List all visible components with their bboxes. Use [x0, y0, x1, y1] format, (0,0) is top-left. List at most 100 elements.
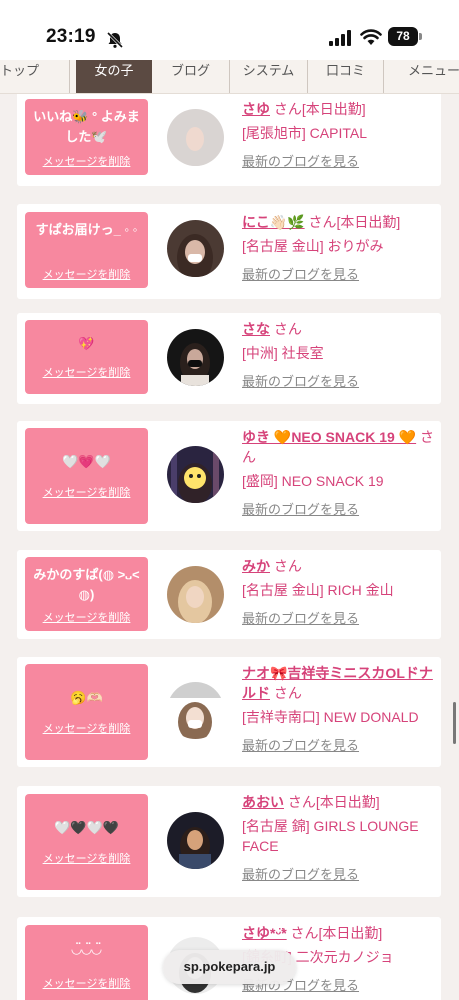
- latest-blog-link[interactable]: 最新のブログを見る: [242, 371, 434, 390]
- avatar-photo-0: [167, 109, 224, 166]
- cast-name-link[interactable]: さゆ*ᵕ̈*: [242, 925, 287, 941]
- browser-url-pill[interactable]: sp.pokepara.jp: [163, 950, 296, 984]
- list-item: すぱお届けっ_ ◦ ◦ メッセージを削除 にこ👋🏻🌿 さん[本日出勤] [名古屋…: [17, 204, 441, 299]
- list-item: いいね🐝 ° よみました🕊️ メッセージを削除 さゆ さん[本日出勤] [尾張旭…: [17, 94, 441, 186]
- avatar-face-sticker: [184, 467, 206, 489]
- tab-blog[interactable]: ブログ: [152, 60, 230, 93]
- avatar-photo-3: [167, 446, 224, 503]
- delete-message-link[interactable]: メッセージを削除: [25, 975, 148, 991]
- tab-top[interactable]: トップ: [0, 60, 70, 93]
- honorific: さん: [287, 794, 316, 810]
- tab-girls[interactable]: 女の子: [76, 60, 152, 93]
- message-box: 🤍🖤🤍🖤 メッセージを削除: [25, 794, 148, 890]
- avatar-photo-5: [167, 682, 224, 739]
- avatar-photo-6: [167, 812, 224, 869]
- latest-blog-link[interactable]: 最新のブログを見る: [242, 864, 434, 883]
- avatar[interactable]: [167, 812, 224, 869]
- honorific: さん: [273, 321, 302, 337]
- cellular-signal-icon: [329, 30, 351, 46]
- cast-info: にこ👋🏻🌿 さん[本日出勤] [名古屋 金山] おりがみ 最新のブログを見る: [242, 212, 434, 283]
- list-item: 💖 メッセージを削除 さな さん [中洲] 社長室 最新のブログを見る: [17, 313, 441, 404]
- message-box: いいね🐝 ° よみました🕊️ メッセージを削除: [25, 99, 148, 175]
- scrollbar[interactable]: [453, 702, 456, 744]
- avatar[interactable]: [167, 446, 224, 503]
- delete-message-link[interactable]: メッセージを削除: [25, 720, 148, 736]
- avatar-light-right: [213, 450, 219, 500]
- tab-menu[interactable]: メニュー: [384, 60, 459, 93]
- delete-message-link[interactable]: メッセージを削除: [25, 153, 148, 169]
- name-line: ゆき 🧡NEO SNACK 19 🧡 さん: [242, 427, 434, 467]
- message-text: 🥱🫶🏻: [70, 690, 103, 705]
- shop-area: [名古屋 金山] RICH 金山: [242, 582, 394, 598]
- avatar-face: [187, 830, 203, 850]
- message-box: みかのすぱ(◍ >᎑< ◍) メッセージを削除: [25, 557, 148, 631]
- message-text: みかのすぱ(◍ >᎑< ◍): [33, 567, 140, 602]
- name-line: さゆ さん[本日出勤]: [242, 99, 434, 119]
- avatar[interactable]: [167, 682, 224, 739]
- cast-name-link[interactable]: あおい: [242, 794, 284, 810]
- name-line: あおい さん[本日出勤]: [242, 792, 434, 812]
- bell-muted-icon: [106, 31, 124, 49]
- honorific: さん: [308, 214, 337, 230]
- avatar-face: [186, 127, 204, 151]
- message-text: 🤍🖤🤍🖤: [54, 820, 119, 835]
- work-badge: [本日出勤]: [336, 214, 401, 230]
- delete-message-link[interactable]: メッセージを削除: [25, 850, 148, 866]
- name-line: みか さん: [242, 556, 434, 576]
- avatar-clothes: [179, 854, 211, 869]
- battery-cap: [419, 33, 422, 40]
- honorific: さん: [290, 925, 319, 941]
- delete-message-link[interactable]: メッセージを削除: [25, 266, 148, 282]
- message-list[interactable]: いいね🐝 ° よみました🕊️ メッセージを削除 さゆ さん[本日出勤] [尾張旭…: [0, 94, 459, 1000]
- tab-reviews[interactable]: 口コミ: [308, 60, 384, 93]
- avatar[interactable]: [167, 220, 224, 277]
- message-text: いいね🐝 ° よみました🕊️: [33, 109, 140, 144]
- cast-name-link[interactable]: みか: [242, 558, 270, 574]
- url-text: sp.pokepara.jp: [183, 959, 276, 974]
- latest-blog-link[interactable]: 最新のブログを見る: [242, 735, 434, 754]
- avatar-photo-4: [167, 566, 224, 623]
- shop-area: [尾張旭市] CAPITAL: [242, 125, 367, 141]
- name-line: さゆ*ᵕ̈* さん[本日出勤]: [242, 923, 434, 943]
- message-text: 🤍💗🤍: [62, 454, 111, 469]
- latest-blog-link[interactable]: 最新のブログを見る: [242, 151, 434, 170]
- cast-name-link[interactable]: にこ👋🏻🌿: [242, 214, 305, 230]
- work-badge: [本日出勤]: [301, 101, 366, 117]
- delete-message-link[interactable]: メッセージを削除: [25, 364, 148, 380]
- name-line: さな さん: [242, 319, 434, 339]
- avatar[interactable]: [167, 566, 224, 623]
- cast-name-link[interactable]: さな: [242, 321, 270, 337]
- cast-name-link[interactable]: ゆき 🧡NEO SNACK 19 🧡: [242, 429, 416, 445]
- cast-info: ゆき 🧡NEO SNACK 19 🧡 さん [盛岡] NEO SNACK 19 …: [242, 427, 434, 518]
- honorific: さん: [273, 101, 302, 117]
- latest-blog-link[interactable]: 最新のブログを見る: [242, 608, 434, 627]
- wifi-icon: [360, 29, 382, 45]
- message-text: すぱお届けっ_ ◦ ◦: [35, 222, 138, 237]
- latest-blog-link[interactable]: 最新のブログを見る: [242, 264, 434, 283]
- delete-message-link[interactable]: メッセージを削除: [25, 609, 148, 625]
- cast-name-link[interactable]: ナオ🎀吉祥寺ミニスカOLドナルド: [242, 665, 433, 701]
- avatar-face: [186, 586, 204, 608]
- work-badge: [本日出勤]: [315, 794, 380, 810]
- list-item: みかのすぱ(◍ >᎑< ◍) メッセージを削除 みか さん [名古屋 金山] R…: [17, 550, 441, 639]
- work-badge: [本日出勤]: [318, 925, 383, 941]
- list-item: 🥱🫶🏻 メッセージを削除 ナオ🎀吉祥寺ミニスカOLドナルド さん [吉祥寺南口]…: [17, 657, 441, 767]
- shop-area: [中洲] 社長室: [242, 345, 324, 361]
- message-text: ◡̈◡̈◡̈: [71, 941, 102, 956]
- shop-area: [吉祥寺南口] NEW DONALD: [242, 709, 419, 725]
- delete-message-link[interactable]: メッセージを削除: [25, 484, 148, 500]
- tab-system[interactable]: システム: [230, 60, 308, 93]
- avatar-photo-1: [167, 220, 224, 277]
- message-text: 💖: [78, 336, 95, 351]
- avatar-mask: [188, 254, 202, 262]
- avatar[interactable]: [167, 329, 224, 386]
- cast-name-link[interactable]: さゆ: [242, 101, 270, 117]
- tab-bar: トップ 女の子 ブログ システム 口コミ メニュー: [0, 60, 459, 94]
- status-bar: 23:19 78: [0, 0, 459, 60]
- latest-blog-link[interactable]: 最新のブログを見る: [242, 499, 434, 518]
- avatar[interactable]: [167, 109, 224, 166]
- message-box: ◡̈◡̈◡̈ メッセージを削除: [25, 925, 148, 1000]
- honorific: さん: [273, 685, 302, 701]
- cast-info: さゆ さん[本日出勤] [尾張旭市] CAPITAL 最新のブログを見る: [242, 99, 434, 170]
- cast-info: さな さん [中洲] 社長室 最新のブログを見る: [242, 319, 434, 390]
